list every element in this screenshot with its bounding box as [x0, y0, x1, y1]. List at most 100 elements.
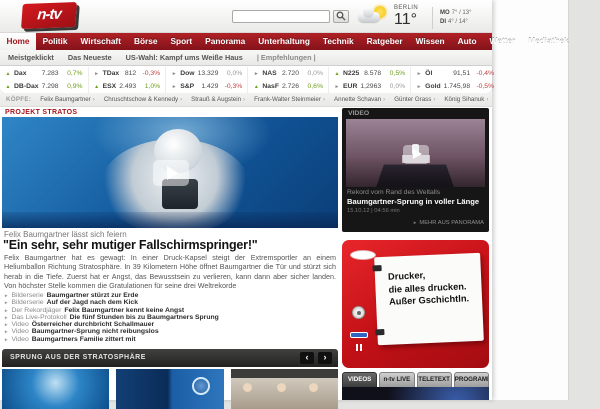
search-icon [336, 11, 346, 21]
ticker-name: DB-Dax [14, 83, 39, 90]
search-button[interactable] [333, 10, 349, 23]
ticker-percent: 0,0% [221, 70, 242, 77]
related-link[interactable]: ► Video Österreicher durchbricht Schallm… [4, 321, 336, 328]
nav-item-panorama[interactable]: Panorama [199, 33, 252, 50]
nav-item-home[interactable]: Home [0, 33, 36, 50]
nav-item-auto[interactable]: Auto [451, 33, 483, 50]
nav-item-sport[interactable]: Sport [164, 33, 199, 50]
koepfe-text: Frank-Walter Steinmeier [254, 96, 321, 103]
koepfe-item-schavan[interactable]: Annette Schavan› [334, 96, 385, 103]
link-category: Video [11, 336, 28, 343]
ticker-name: Öl [425, 70, 450, 77]
ticker-item-sp[interactable]: ► S&P 1.429 -0,3% [165, 80, 247, 93]
nav-item-wetter[interactable]: Wetter [483, 33, 522, 50]
header: n-tv BERLIN 11° MO7° / 13° DI4° / 14° [0, 0, 492, 33]
hero-video-image[interactable] [2, 117, 338, 228]
koepfe-text: Annette Schavan [334, 96, 381, 103]
ticker-item-oel[interactable]: ► Öl 91,51 -0,4% [410, 67, 499, 80]
ticker-item-dow[interactable]: ► Dow 13.329 0,0% [165, 67, 247, 80]
subnav-empfehlungen[interactable]: | Empfehlungen | [257, 53, 316, 62]
tab-videos[interactable]: VIDEOS [342, 372, 377, 387]
paper-clip [372, 265, 381, 271]
video-thumbnail[interactable] [346, 119, 485, 187]
ticker-percent: 0,9% [62, 83, 83, 90]
related-link[interactable]: ► Bilderserie Baumgartner stürzt zur Erd… [4, 292, 336, 299]
link-title: Baumgartners Familie zittert mit [32, 336, 136, 343]
nav-item-wissen[interactable]: Wissen [409, 33, 451, 50]
trend-flat-icon: ► [171, 71, 177, 77]
ticker-item-dax[interactable]: ▲ Dax 7.283 0,7% [0, 67, 88, 80]
cloud-icon [358, 12, 380, 22]
nav-item-mediathek[interactable]: Mediathek [522, 33, 576, 50]
tab-ntv-live[interactable]: n-tv LIVE [379, 372, 414, 387]
tab-programm[interactable]: PROGRAMM [454, 372, 489, 387]
play-icon[interactable] [403, 145, 429, 164]
nav-item-wirtschaft[interactable]: Wirtschaft [74, 33, 128, 50]
more-panorama-link[interactable]: ►MEHR AUS PANORAMA [413, 220, 484, 226]
carousel-thumb[interactable] [231, 369, 338, 409]
link-title: Baumgartner stürzt zur Erde [47, 292, 139, 299]
ticker-item-nas[interactable]: ► NAS 2.720 0,0% [247, 67, 328, 80]
ad-paper: Drucker, die alles drucken. Außer Gschic… [374, 253, 484, 346]
video-title[interactable]: Baumgartner-Sprung in voller Länge [347, 197, 479, 206]
nav-item-ratgeber[interactable]: Ratgeber [360, 33, 409, 50]
printer-ad-banner[interactable]: Drucker, die alles drucken. Außer Gschic… [342, 240, 489, 368]
subnav-us-wahl[interactable]: US-Wahl: Kampf ums Weiße Haus [126, 53, 243, 62]
tv-preview-strip[interactable] [342, 387, 489, 400]
koepfe-item-chruschtschow[interactable]: Chruschtschow & Kennedy› [104, 96, 182, 103]
chevron-right-icon: › [486, 96, 488, 103]
carousel-thumb[interactable] [2, 369, 109, 409]
forecast-day: MO [440, 10, 450, 16]
ticker-value: 812 [125, 70, 136, 77]
ticker-item-nasf[interactable]: ▲ NasF 2.726 0,6% [247, 80, 328, 93]
koepfe-item-strauss[interactable]: Strauß & Augstein› [191, 96, 245, 103]
nav-item-politik[interactable]: Politik [36, 33, 74, 50]
page-margin [492, 0, 569, 400]
carousel-prev-button[interactable]: ‹ [300, 352, 314, 364]
carousel-header: SPRUNG AUS DER STRATOSPHÄRE ‹ › [2, 349, 338, 367]
ticker-item-n225[interactable]: ▲ N225 8.578 0,5% [328, 67, 410, 80]
ticker-value: 7.283 [42, 70, 59, 77]
ticker-item-gold[interactable]: ► Gold 1.745,98 -0,5% [410, 80, 499, 93]
ticker-item-esx[interactable]: ▲ ESX 2.493 1,0% [88, 80, 166, 93]
weather-widget[interactable]: BERLIN 11° MO7° / 13° DI4° / 14° [350, 4, 485, 30]
koepfe-item-sihanuk[interactable]: König Sihanuk› [444, 96, 488, 103]
article-headline[interactable]: "Ein sehr, sehr mutiger Fallschirmspring… [3, 238, 258, 252]
trend-flat-icon: ► [171, 84, 177, 90]
nav-item-technik[interactable]: Technik [316, 33, 360, 50]
subnav-meistgeklickt[interactable]: Meistgeklickt [8, 53, 54, 62]
pause-icon [356, 344, 362, 351]
koepfe-item-steinmeier[interactable]: Frank-Walter Steinmeier› [254, 96, 325, 103]
ticker-item-tdax[interactable]: ► TDax 812 -0,3% [88, 67, 166, 80]
nav-item-unterhaltung[interactable]: Unterhaltung [252, 33, 317, 50]
ticker-name: NasF [262, 83, 279, 90]
search-input[interactable] [232, 10, 330, 23]
tab-teletext[interactable]: TELETEXT [417, 372, 452, 387]
ticker-item-eur[interactable]: ► EUR 1,2963 0,0% [328, 80, 410, 93]
bullet-icon: ► [4, 314, 8, 321]
bullet-icon: ► [4, 292, 8, 299]
ticker-name: N225 [343, 70, 361, 77]
carousel-next-button[interactable]: › [318, 352, 332, 364]
koepfe-item-baumgartner[interactable]: Felix Baumgartner› [40, 96, 95, 103]
subnav-das-neueste[interactable]: Das Neueste [68, 53, 112, 62]
related-link[interactable]: ► Video Baumgartner-Sprung nicht reibung… [4, 328, 336, 335]
ticker-name: ESX [103, 83, 117, 90]
ticker-value: 8.578 [364, 70, 381, 77]
ticker-percent: 0,0% [384, 83, 405, 90]
carousel-thumb[interactable] [116, 369, 223, 409]
ntv-logo[interactable]: n-tv [21, 2, 77, 29]
related-link[interactable]: ► Bilderserie Auf der Jagd nach dem Kick [4, 299, 336, 306]
koepfe-text: Chruschtschow & Kennedy [104, 96, 178, 103]
play-icon[interactable] [153, 160, 189, 186]
trend-up-icon: ▲ [5, 71, 11, 77]
face-shape [309, 383, 318, 392]
related-link[interactable]: ► Video Baumgartners Familie zittert mit [4, 336, 336, 343]
ticker-item-dbdax[interactable]: ▲ DB-Dax 7.298 0,9% [0, 80, 88, 93]
related-link[interactable]: ► Der Rekordjäger Felix Baumgartner kenn… [4, 307, 336, 314]
koepfe-item-grass[interactable]: Günter Grass› [394, 96, 435, 103]
bullet-icon: ► [413, 220, 417, 225]
nav-item-boerse[interactable]: Börse [127, 33, 164, 50]
tv-tabs: VIDEOS n-tv LIVE TELETEXT PROGRAMM [342, 372, 489, 387]
balloon-shape [192, 377, 210, 395]
